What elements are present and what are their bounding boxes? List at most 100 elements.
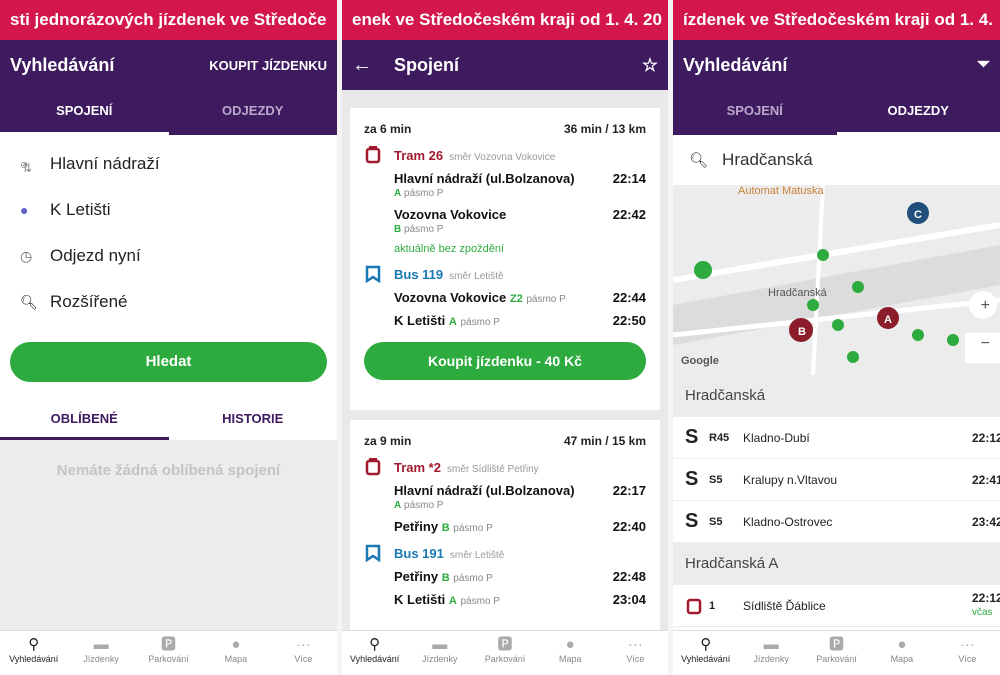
page-title: Vyhledávání [683, 54, 788, 75]
zoom-in-icon[interactable]: + [981, 297, 990, 315]
search-icon: 🔍︎ [689, 152, 709, 169]
parking-icon: 🅿︎ [497, 636, 513, 653]
buy-ticket-button[interactable]: KOUPIT JÍZDENKU [209, 58, 327, 73]
leg-bus: Bus 119 směr Letiště Vozovna Vokovice Z2 … [350, 255, 660, 328]
from-field[interactable]: ○ Hlavní nádraží [0, 141, 337, 187]
advanced-options[interactable]: 🔍︎ Rozšířené [0, 279, 337, 325]
bus-icon [365, 544, 381, 562]
search-icon: ⚲ [369, 636, 381, 653]
departure-time: 22:41 [972, 472, 1000, 487]
to-field[interactable]: ● K Letišti ⇅ [0, 161, 337, 233]
departure-in: za 6 min [364, 122, 412, 136]
stop-search[interactable]: 🔍︎ Hradčanská [673, 135, 1000, 185]
zone-info: A pásmo P [394, 188, 444, 199]
tab-departures[interactable]: ODJEZDY [836, 90, 1000, 135]
stop-section-title: Hradčanská [673, 375, 1000, 417]
nav-search[interactable]: ⚲ Vyhledávání [673, 631, 738, 675]
star-icon[interactable]: ☆ [642, 55, 658, 76]
line-name: Bus 191 směr Letiště [394, 546, 505, 561]
nav-tickets[interactable]: ▬ Jízdenky [407, 631, 472, 675]
nav-search[interactable]: ⚲ Vyhledávání [0, 631, 67, 675]
tab-favorites[interactable]: OBLÍBENÉ [0, 399, 169, 440]
news-ticker[interactable]: sti jednorázových jízdenek ve Středoče [0, 0, 337, 40]
connections-screen: enek ve Středočeském kraji od 1. 4. 20 ←… [342, 0, 668, 675]
nav-map[interactable]: ● Mapa [538, 631, 603, 675]
back-arrow-icon[interactable]: ← [352, 54, 372, 77]
search-icon: ⚲ [700, 636, 712, 653]
map-label-poi: Automat Matuska [738, 185, 824, 197]
departure-row[interactable]: S R45 Kladno-Dubí 22:12 [673, 417, 1000, 459]
nav-more[interactable]: ··· Více [935, 631, 1000, 675]
nav-more[interactable]: ··· Více [270, 631, 337, 675]
swap-icon[interactable]: ⇅ [22, 161, 32, 175]
departure-time: 22:12 [972, 430, 1000, 445]
nav-tickets[interactable]: ▬ Jízdenky [738, 631, 803, 675]
nav-more[interactable]: ··· Více [603, 631, 668, 675]
tram-icon [365, 458, 381, 476]
stop-row: Vozovna Vokovice Z2 pásmo P 22:44 [394, 290, 646, 305]
news-ticker[interactable]: enek ve Středočeském kraji od 1. 4. 20 [342, 0, 668, 40]
nav-parking[interactable]: 🅿︎ Parkování [472, 631, 537, 675]
line-number: R45 [709, 431, 730, 444]
duration: 47 min / 15 km [563, 434, 646, 448]
ticket-icon: ▬ [93, 636, 109, 653]
stop-row: Hlavní nádraží (ul.Bolzanova) 22:14 [394, 171, 646, 186]
map-view[interactable]: B A C Automat Matuska Hradčanská Google … [673, 185, 1000, 375]
compass-icon: ● [565, 636, 575, 653]
nav-parking[interactable]: 🅿︎ Parkování [804, 631, 869, 675]
departure-row[interactable]: S S5 Kralupy n.Vltavou 22:41 [673, 459, 1000, 501]
nav-map[interactable]: ● Mapa [202, 631, 269, 675]
nav-map[interactable]: ● Mapa [869, 631, 934, 675]
bottom-nav: ⚲ Vyhledávání ▬ Jízdenky 🅿︎ Parkování ● Mapa… [342, 630, 668, 675]
buy-ticket-button[interactable]: Koupit jízdenku - 40 Kč [364, 342, 646, 380]
map-canvas: B A C [673, 185, 1000, 375]
destination: Kladno-Ostrovec [743, 514, 833, 529]
app-bar: Vyhledávání ⏷ [673, 40, 1000, 90]
tab-connections[interactable]: SPOJENÍ [0, 90, 169, 135]
search-icon: ⚲ [28, 636, 40, 653]
departure-row[interactable]: S S5 Kladno-Ostrovec 23:42 [673, 501, 1000, 543]
tab-history[interactable]: HISTORIE [169, 399, 338, 440]
google-logo: Google [681, 355, 719, 367]
on-time-status: včas [972, 607, 993, 618]
stop-row: Petřiny B pásmo P 22:48 [394, 569, 646, 584]
stop-row: Vozovna Vokovice 22:42 [394, 207, 646, 222]
leg-bus: Bus 191 směr Letiště Petřiny B pásmo P 22:… [350, 534, 660, 607]
parking-icon: 🅿︎ [829, 636, 845, 653]
favorites-tabs: OBLÍBENÉ HISTORIE [0, 399, 337, 441]
connection-card[interactable]: za 9 min 47 min / 15 km Tram *2 směr Sídli… [350, 420, 660, 635]
news-ticker[interactable]: ízdenek ve Středočeském kraji od 1. 4. [673, 0, 1000, 40]
nav-parking[interactable]: 🅿︎ Parkování [135, 631, 202, 675]
time-field[interactable]: ◷ Odjezd nyní [0, 233, 337, 279]
departures-screen: ízdenek ve Středočeském kraji od 1. 4. V… [673, 0, 1000, 675]
departure-row[interactable]: 1 Sídliště Ďáblice 22:12 včas [673, 585, 1000, 627]
bus-icon [365, 265, 381, 283]
tab-connections[interactable]: SPOJENÍ [673, 90, 837, 135]
leg-tram: Tram *2 směr Sídliště Petřiny Hlavní nádr… [350, 448, 660, 534]
stop-section-title: Hradčanská A [673, 543, 1000, 585]
nav-tickets[interactable]: ▬ Jízdenky [67, 631, 134, 675]
train-icon: S [685, 510, 699, 532]
departure-time: 23:42 [972, 514, 1000, 529]
destination: Sídliště Ďáblice [743, 598, 826, 613]
bottom-nav: ⚲ Vyhledávání ▬ Jízdenky 🅿︎ Parkování ● Mapa… [0, 630, 337, 675]
tab-departures[interactable]: ODJEZDY [169, 90, 338, 135]
empty-message: Nemáte žádná oblíbená spojení [56, 462, 281, 479]
bottom-nav: ⚲ Vyhledávání ▬ Jízdenky 🅿︎ Parkování ● Mapa… [673, 630, 1000, 675]
destination: Kralupy n.Vltavou [743, 472, 838, 487]
search-button[interactable]: Hledat [10, 342, 327, 382]
train-icon: S [685, 468, 699, 490]
map-label-station: Hradčanská [768, 287, 827, 299]
leg-tram: Tram 26 směr Vozovna Vokovice Hlavní nádr… [350, 136, 660, 255]
nav-search[interactable]: ⚲ Vyhledávání [342, 631, 407, 675]
connection-card[interactable]: za 6 min 36 min / 13 km Tram 26 směr Vozov… [350, 108, 660, 410]
zone-info: A pásmo P [394, 500, 444, 511]
search-icon: 🔍︎ [20, 293, 38, 310]
stop-row: K Letišti A pásmo P 23:04 [394, 592, 646, 607]
filter-icon[interactable]: ⏷ [977, 56, 990, 74]
tram-icon [686, 598, 702, 614]
destination: Kladno-Dubí [743, 430, 810, 445]
line-number: S5 [709, 473, 723, 486]
main-tabs: SPOJENÍ ODJEZDY [0, 90, 337, 135]
zoom-out-icon[interactable]: − [981, 335, 990, 353]
